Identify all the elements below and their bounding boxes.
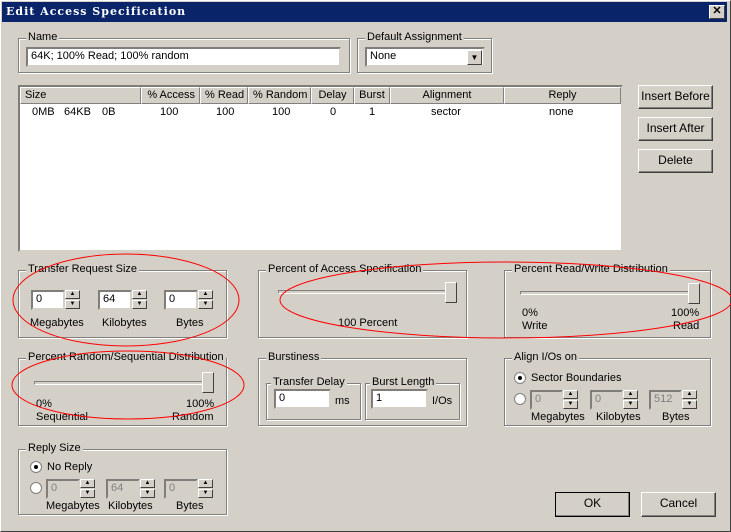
align-b-input[interactable]: 512	[649, 390, 682, 410]
align-label: Align I/Os on	[512, 351, 579, 363]
read-write-min-label: Write	[522, 320, 548, 332]
read-write-label: Percent Read/Write Distribution	[512, 263, 670, 275]
sector-boundaries-label[interactable]: Sector Boundaries	[531, 372, 622, 384]
random-seq-track[interactable]	[34, 381, 214, 385]
ok-button[interactable]: OK	[555, 492, 630, 517]
align-kb-spinner[interactable]: ▲ ▼	[623, 390, 638, 410]
delete-button[interactable]: Delete	[638, 149, 713, 173]
title-bar: Edit Access Specification	[2, 2, 727, 22]
random-seq-max-label: Random	[172, 411, 214, 423]
transfer-mb-input[interactable]: 0	[31, 290, 65, 310]
align-b-label: Bytes	[662, 411, 690, 423]
reply-kb-input[interactable]: 64	[106, 479, 140, 499]
transfer-mb-label: Megabytes	[30, 317, 84, 329]
burst-length-unit: I/Os	[432, 395, 453, 407]
read-write-slider[interactable]	[688, 283, 700, 304]
reply-mb-input[interactable]: 0	[46, 479, 80, 499]
insert-before-button[interactable]: Insert Before	[638, 85, 713, 109]
transfer-delay-input[interactable]: 0	[274, 389, 331, 409]
transfer-b-spinner[interactable]: ▲ ▼	[198, 290, 213, 310]
default-assignment-select[interactable]: None ▼	[365, 47, 485, 67]
access-spec-table[interactable]: Size % Access % Read % Random Delay Burs…	[18, 85, 623, 252]
close-button[interactable]: ✕	[709, 5, 725, 19]
col-reply[interactable]: Reply	[504, 87, 621, 104]
random-seq-min-pct: 0%	[36, 398, 52, 410]
burst-length-input[interactable]: 1	[371, 389, 428, 409]
default-assignment-label: Default Assignment	[365, 31, 464, 43]
no-reply-label[interactable]: No Reply	[47, 461, 92, 473]
read-write-max-label: Read	[673, 320, 700, 332]
random-seq-slider[interactable]	[202, 372, 214, 393]
custom-align-radio[interactable]	[514, 393, 526, 405]
transfer-kb-input[interactable]: 64	[98, 290, 132, 310]
reply-mb-spinner[interactable]: ▲ ▼	[80, 479, 95, 499]
align-mb-spinner[interactable]: ▲ ▼	[563, 390, 578, 410]
col-read[interactable]: % Read	[200, 87, 248, 104]
reply-mb-label: Megabytes	[46, 500, 100, 512]
transfer-delay-unit: ms	[335, 395, 350, 407]
transfer-kb-label: Kilobytes	[102, 317, 147, 329]
reply-b-label: Bytes	[176, 500, 204, 512]
percent-access-caption: 100 Percent	[338, 317, 398, 329]
cell-size-kb: 64KB	[64, 106, 91, 118]
insert-after-button[interactable]: Insert After	[638, 117, 713, 141]
align-mb-label: Megabytes	[531, 411, 585, 423]
random-seq-min-label: Sequential	[36, 411, 88, 423]
cell-read: 100	[216, 106, 235, 118]
col-burst[interactable]: Burst	[354, 87, 390, 104]
transfer-size-label: Transfer Request Size	[26, 263, 140, 275]
percent-access-slider[interactable]	[445, 282, 457, 303]
sector-boundaries-radio[interactable]	[514, 372, 526, 384]
name-label: Name	[26, 31, 60, 43]
transfer-mb-spinner[interactable]: ▲ ▼	[65, 290, 80, 310]
cell-reply: none	[549, 106, 574, 118]
col-delay[interactable]: Delay	[311, 87, 354, 104]
cancel-button[interactable]: Cancel	[641, 492, 716, 517]
random-seq-label: Percent Random/Sequential Distribution	[26, 351, 226, 363]
reply-kb-label: Kilobytes	[108, 500, 153, 512]
read-write-track[interactable]	[520, 291, 700, 295]
col-access[interactable]: % Access	[141, 87, 200, 104]
col-size[interactable]: Size	[20, 87, 141, 104]
no-reply-radio[interactable]	[30, 461, 42, 473]
cell-burst: 1	[369, 106, 376, 118]
transfer-b-input[interactable]: 0	[164, 290, 198, 310]
cell-delay: 0	[330, 106, 337, 118]
read-write-max-pct: 100%	[671, 307, 700, 319]
percent-access-track[interactable]	[278, 290, 456, 294]
transfer-delay-label: Transfer Delay	[271, 376, 347, 388]
transfer-b-label: Bytes	[176, 317, 204, 329]
reply-b-input[interactable]: 0	[164, 479, 198, 499]
burst-length-label: Burst Length	[370, 376, 437, 388]
reply-kb-spinner[interactable]: ▲ ▼	[140, 479, 155, 499]
col-alignment[interactable]: Alignment	[390, 87, 504, 104]
read-write-min-pct: 0%	[522, 307, 538, 319]
percent-access-label: Percent of Access Specification	[266, 263, 424, 275]
cell-size-mb: 0MB	[32, 106, 55, 118]
reply-b-spinner[interactable]: ▲ ▼	[198, 479, 213, 499]
align-kb-label: Kilobytes	[596, 411, 641, 423]
cell-random: 100	[272, 106, 291, 118]
align-mb-input[interactable]: 0	[530, 390, 563, 410]
name-input[interactable]: 64K; 100% Read; 100% random	[26, 47, 341, 67]
reply-size-label: Reply Size	[26, 442, 83, 454]
burstiness-label: Burstiness	[266, 351, 322, 363]
align-b-spinner[interactable]: ▲ ▼	[682, 390, 697, 410]
reply-custom-radio[interactable]	[30, 482, 42, 494]
default-assignment-value: None	[370, 50, 397, 62]
chevron-down-icon[interactable]: ▼	[467, 50, 482, 65]
align-kb-input[interactable]: 0	[590, 390, 623, 410]
transfer-kb-spinner[interactable]: ▲ ▼	[132, 290, 147, 310]
cell-access: 100	[160, 106, 179, 118]
col-random[interactable]: % Random	[248, 87, 311, 104]
cell-size-b: 0B	[102, 106, 116, 118]
cell-alignment: sector	[431, 106, 461, 118]
random-seq-max-pct: 100%	[186, 398, 215, 410]
